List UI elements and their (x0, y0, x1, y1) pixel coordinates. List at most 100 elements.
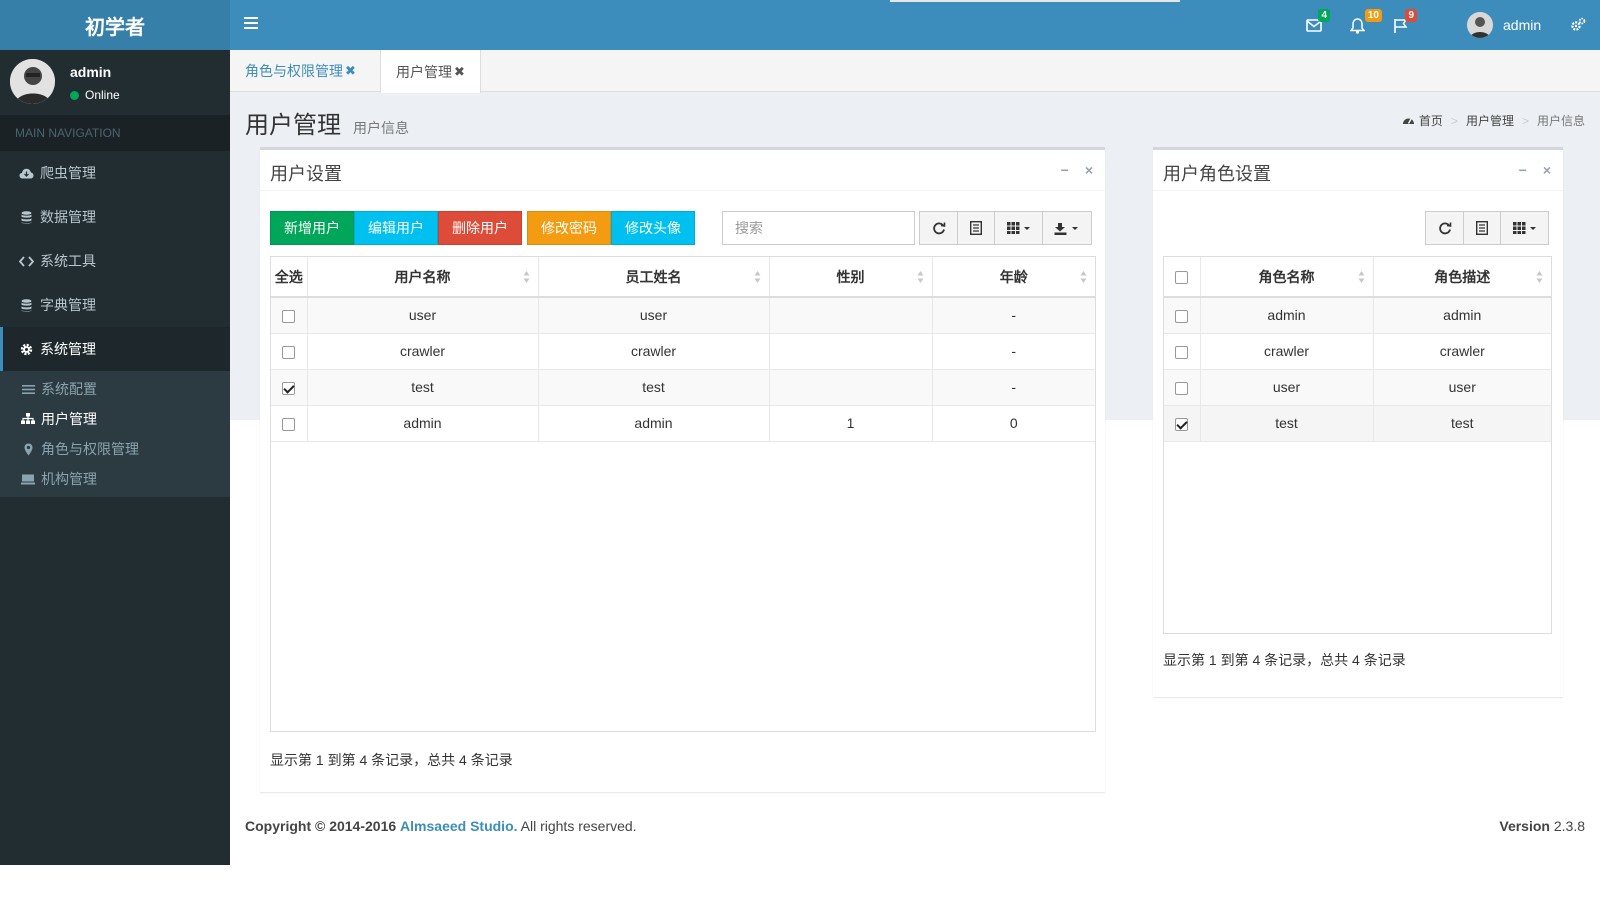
select-all-header[interactable]: 全选 (271, 257, 308, 298)
control-sidebar-toggle[interactable] (1570, 17, 1592, 39)
sidebar-subitem-config[interactable]: 系统配置 (0, 374, 230, 404)
box-tools: − × (1061, 162, 1093, 178)
table-row[interactable]: test test (1164, 405, 1551, 442)
row-checkbox[interactable] (1175, 345, 1189, 359)
sidebar-subitem-users[interactable]: 用户管理 (0, 404, 230, 434)
row-checkbox-cell[interactable] (271, 333, 308, 370)
tab-users[interactable]: 用户管理 ✖ (380, 50, 481, 93)
table-row[interactable]: test test - (271, 369, 1095, 406)
columns-button[interactable] (1500, 211, 1549, 245)
notifications-badge: 10 (1364, 9, 1382, 22)
sidebar-item-tools[interactable]: 系统工具 (0, 239, 230, 283)
employee-cell: crawler (538, 333, 770, 370)
delete-user-button[interactable]: 删除用户 (438, 211, 522, 245)
column-header-employee[interactable]: 员工姓名 (538, 257, 770, 298)
avatar (10, 59, 55, 104)
edit-user-button[interactable]: 编辑用户 (354, 211, 438, 245)
user-menu[interactable]: admin (1467, 12, 1541, 38)
refresh-button[interactable] (1425, 211, 1464, 245)
sidebar-item-system[interactable]: 系统管理 (0, 327, 230, 371)
tasks-menu[interactable]: 9 (1393, 9, 1417, 37)
row-checkbox-cell[interactable] (271, 369, 308, 406)
breadcrumb-home[interactable]: 首页 (1419, 112, 1443, 129)
sidebar-subitem-roles[interactable]: 角色与权限管理 (0, 434, 230, 464)
messages-menu[interactable]: 4 (1306, 9, 1330, 37)
table-row[interactable]: crawler crawler (1164, 333, 1551, 370)
row-checkbox[interactable] (1175, 381, 1189, 395)
toggle-view-button[interactable] (1463, 211, 1501, 245)
column-header-role-name[interactable]: 角色名称 (1200, 257, 1374, 298)
notifications-menu[interactable]: 10 (1350, 9, 1382, 37)
column-header-age[interactable]: 年龄 (932, 257, 1095, 298)
pagination-info: 显示第 1 到第 4 条记录，总共 4 条记录 (1163, 652, 1406, 668)
user-role-box: 用户角色设置 − × 角色名称 角色描述 admin admin crawler… (1153, 147, 1563, 697)
close-icon[interactable]: × (1085, 162, 1093, 178)
close-icon[interactable]: × (1543, 162, 1551, 178)
row-checkbox-cell[interactable] (1164, 333, 1201, 370)
row-checkbox[interactable] (282, 345, 296, 359)
copyright: Copyright © 2014-2016 Almsaeed Studio. A… (245, 818, 637, 834)
page-title-text: 用户管理 (245, 112, 341, 139)
bell-icon (1350, 18, 1365, 34)
row-checkbox[interactable] (282, 417, 296, 431)
close-icon[interactable]: ✖ (454, 64, 465, 80)
row-checkbox[interactable] (282, 381, 296, 395)
column-header-label: 性别 (836, 268, 865, 285)
top-navbar: 4 10 9 admin (230, 0, 1600, 50)
add-user-button[interactable]: 新增用户 (270, 211, 354, 245)
column-header-username[interactable]: 用户名称 (307, 257, 539, 298)
breadcrumb-item[interactable]: 用户管理 (1466, 112, 1514, 129)
columns-button[interactable] (994, 211, 1043, 245)
search-input[interactable]: 搜索 (722, 211, 915, 245)
sidebar-item-label: 爬虫管理 (40, 165, 96, 181)
row-checkbox-cell[interactable] (1164, 369, 1201, 406)
table-tools (919, 211, 1092, 245)
change-avatar-button[interactable]: 修改头像 (611, 211, 695, 245)
sidebar-toggle-icon[interactable] (244, 17, 258, 31)
sidebar-subitem-label: 机构管理 (41, 471, 97, 487)
sort-icon (1358, 271, 1364, 283)
collapse-icon[interactable]: − (1061, 162, 1069, 178)
sidebar-item-data[interactable]: 数据管理 (0, 195, 230, 239)
row-checkbox-cell[interactable] (1164, 297, 1201, 334)
change-password-button[interactable]: 修改密码 (527, 211, 611, 245)
table-row[interactable]: admin admin 1 0 (271, 405, 1095, 442)
row-checkbox-cell[interactable] (1164, 405, 1201, 442)
gender-cell: 1 (769, 405, 933, 442)
sidebar-subitem-orgs[interactable]: 机构管理 (0, 464, 230, 494)
employee-cell: test (538, 369, 770, 406)
select-all-header[interactable] (1164, 257, 1201, 298)
gear-icon (18, 342, 34, 356)
studio-link[interactable]: Almsaeed Studio. (400, 818, 517, 834)
table-row[interactable]: user user (1164, 369, 1551, 406)
row-checkbox[interactable] (1175, 417, 1189, 431)
close-icon[interactable]: ✖ (345, 63, 356, 79)
user-panel: admin Online (0, 50, 230, 115)
row-checkbox[interactable] (282, 310, 296, 324)
table-row[interactable]: crawler crawler - (271, 333, 1095, 370)
column-header-gender[interactable]: 性别 (769, 257, 933, 298)
age-cell: 0 (932, 405, 1095, 442)
dashboard-icon (1402, 118, 1414, 124)
sidebar-item-crawler[interactable]: 爬虫管理 (0, 151, 230, 195)
tab-label: 角色与权限管理 (245, 63, 343, 79)
refresh-icon (1438, 222, 1451, 235)
sort-icon (523, 271, 529, 283)
row-checkbox-cell[interactable] (271, 297, 308, 334)
toggle-view-button[interactable] (957, 211, 995, 245)
user-menu-name: admin (1503, 17, 1542, 33)
app-logo[interactable]: 初学者 (0, 0, 230, 50)
select-all-checkbox[interactable] (1175, 271, 1189, 285)
column-header-label: 员工姓名 (625, 268, 682, 285)
tab-roles[interactable]: 角色与权限管理 ✖ (230, 50, 371, 92)
column-header-role-desc[interactable]: 角色描述 (1373, 257, 1551, 298)
sidebar-item-dictionary[interactable]: 字典管理 (0, 283, 230, 327)
row-checkbox-cell[interactable] (271, 405, 308, 442)
export-button[interactable] (1042, 211, 1092, 245)
refresh-button[interactable] (919, 211, 958, 245)
collapse-icon[interactable]: − (1519, 162, 1527, 178)
user-toolbar: 新增用户 编辑用户 删除用户 修改密码 修改头像 (270, 211, 695, 245)
table-row[interactable]: user user - (271, 297, 1095, 334)
row-checkbox[interactable] (1175, 310, 1189, 324)
table-row[interactable]: admin admin (1164, 297, 1551, 334)
